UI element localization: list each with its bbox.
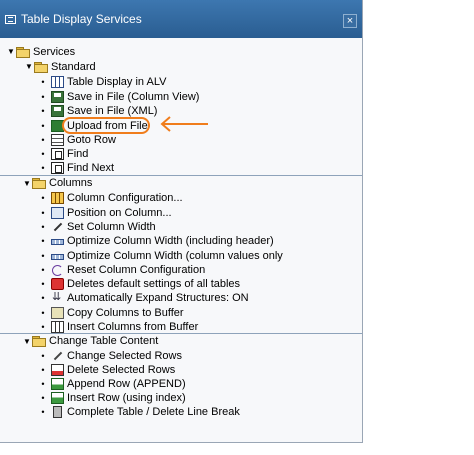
tree-item-label: Goto Row <box>67 133 116 146</box>
tree-item-label: Insert Columns from Buffer <box>67 320 199 333</box>
tree-item-label: Save in File (XML) <box>67 104 158 117</box>
insert-row-icon <box>51 391 64 404</box>
find-icon <box>51 147 64 160</box>
tree-item-set-column-width[interactable]: • Set Column Width <box>40 219 156 234</box>
tree-item-optimize-width-header[interactable]: • Optimize Column Width (including header… <box>40 233 274 248</box>
tree-item-label: Position on Column... <box>67 206 172 219</box>
tree-node-services[interactable]: ▼ Services <box>6 44 75 59</box>
tree-item-label: Column Configuration... <box>67 191 183 204</box>
column-config-icon <box>51 191 64 204</box>
tree-node-change-table-content[interactable]: ▼ Change Table Content <box>0 333 362 348</box>
tree-item-delete-selected-rows[interactable]: • Delete Selected Rows <box>40 362 175 377</box>
tree-item-label: Table Display in ALV <box>67 75 167 88</box>
save-xml-icon <box>51 104 64 117</box>
collapse-triangle-icon[interactable]: ▼ <box>22 337 32 346</box>
insert-columns-icon <box>51 320 64 333</box>
folder-icon <box>34 61 48 73</box>
trash-icon <box>53 405 62 418</box>
highlight-ellipse <box>62 117 150 134</box>
tree-item-label: Insert Row (using index) <box>67 391 186 404</box>
tree-node-standard[interactable]: ▼ Standard <box>24 59 96 74</box>
folder-icon <box>16 46 30 58</box>
tree-item-label: Optimize Column Width (column values onl… <box>67 249 283 262</box>
pencil-icon <box>51 350 64 362</box>
tree-item-delete-default-settings[interactable]: • Deletes default settings of all tables <box>40 276 240 291</box>
tree-item-label: Reset Column Configuration <box>67 263 206 276</box>
tree-item-label: Save in File (Column View) <box>67 90 200 103</box>
collapse-triangle-icon[interactable]: ▼ <box>24 62 34 71</box>
tree-node-label: Change Table Content <box>49 335 159 347</box>
collapse-triangle-icon[interactable]: ▼ <box>22 179 32 188</box>
tree-item-auto-expand-structures[interactable]: •Automatically Expand Structures: ON <box>40 290 249 305</box>
optimize-width-values-icon <box>51 254 64 260</box>
collapse-triangle-icon[interactable]: ▼ <box>6 47 16 56</box>
append-row-icon <box>51 377 64 390</box>
tree-item-copy-columns[interactable]: • Copy Columns to Buffer <box>40 305 184 320</box>
tree-item-reset-column-configuration[interactable]: • Reset Column Configuration <box>40 262 205 277</box>
tree-item-insert-columns[interactable]: • Insert Columns from Buffer <box>40 319 198 334</box>
find-next-icon <box>51 161 64 174</box>
tree-item-append-row[interactable]: • Append Row (APPEND) <box>40 376 186 391</box>
title-bar: Table Display Services × <box>0 0 362 38</box>
tree-item-find[interactable]: • Find <box>40 146 88 161</box>
tree-item-change-selected-rows[interactable]: • Change Selected Rows <box>40 348 182 363</box>
tree-node-label: Standard <box>51 60 96 73</box>
tree-node-columns[interactable]: ▼ Columns <box>0 175 362 190</box>
expand-icon <box>51 290 64 304</box>
services-tree: ▼ Services ▼ Standard • Table Display in … <box>0 44 362 442</box>
tree-item-find-next[interactable]: • Find Next <box>40 160 114 175</box>
tree-item-label: Delete Selected Rows <box>67 363 176 376</box>
tree-item-save-column-view[interactable]: • Save in File (Column View) <box>40 89 199 104</box>
goto-row-icon <box>51 133 64 146</box>
copy-icon <box>51 306 64 319</box>
tree-item-label: Find Next <box>67 161 115 174</box>
tree-item-goto-row[interactable]: • Goto Row <box>40 132 116 147</box>
tree-node-label: Services <box>33 45 76 58</box>
position-icon <box>51 206 64 219</box>
table-icon <box>51 75 64 88</box>
optimize-width-icon <box>51 239 64 245</box>
tree-item-complete-table[interactable]: • Complete Table / Delete Line Break <box>40 404 240 419</box>
tree-item-label: Automatically Expand Structures: ON <box>67 291 249 304</box>
window-title: Table Display Services <box>21 12 142 26</box>
pencil-icon <box>51 221 64 233</box>
tree-item-label: Deletes default settings of all tables <box>67 277 241 290</box>
tree-node-label: Columns <box>49 177 93 189</box>
tree-item-insert-row[interactable]: • Insert Row (using index) <box>40 390 186 405</box>
save-icon <box>51 90 64 103</box>
annotation-arrow-icon <box>160 116 208 132</box>
tree-item-optimize-width-values[interactable]: • Optimize Column Width (column values on… <box>40 248 283 263</box>
tree-item-label: Set Column Width <box>67 220 156 233</box>
tree-item-table-display[interactable]: • Table Display in ALV <box>40 74 166 89</box>
close-button[interactable]: × <box>343 14 357 28</box>
tree-item-column-configuration[interactable]: • Column Configuration... <box>40 190 183 205</box>
reset-icon <box>51 264 64 276</box>
tree-item-save-xml[interactable]: • Save in File (XML) <box>40 103 157 118</box>
window-icon <box>5 15 16 24</box>
tree-item-label: Complete Table / Delete Line Break <box>67 405 240 418</box>
delete-settings-icon <box>51 277 64 290</box>
tree-item-label: Change Selected Rows <box>67 349 182 362</box>
tree-item-label: Append Row (APPEND) <box>67 377 186 390</box>
delete-row-icon <box>51 363 64 376</box>
folder-icon <box>32 178 46 189</box>
tree-item-label: Find <box>67 147 89 160</box>
tree-item-label: Optimize Column Width (including header) <box>67 234 274 247</box>
table-display-services-window: Table Display Services × ▼ Services ▼ St… <box>0 0 363 443</box>
tree-item-position-on-column[interactable]: • Position on Column... <box>40 205 172 220</box>
tree-item-label: Copy Columns to Buffer <box>67 306 184 319</box>
folder-icon <box>32 336 46 347</box>
